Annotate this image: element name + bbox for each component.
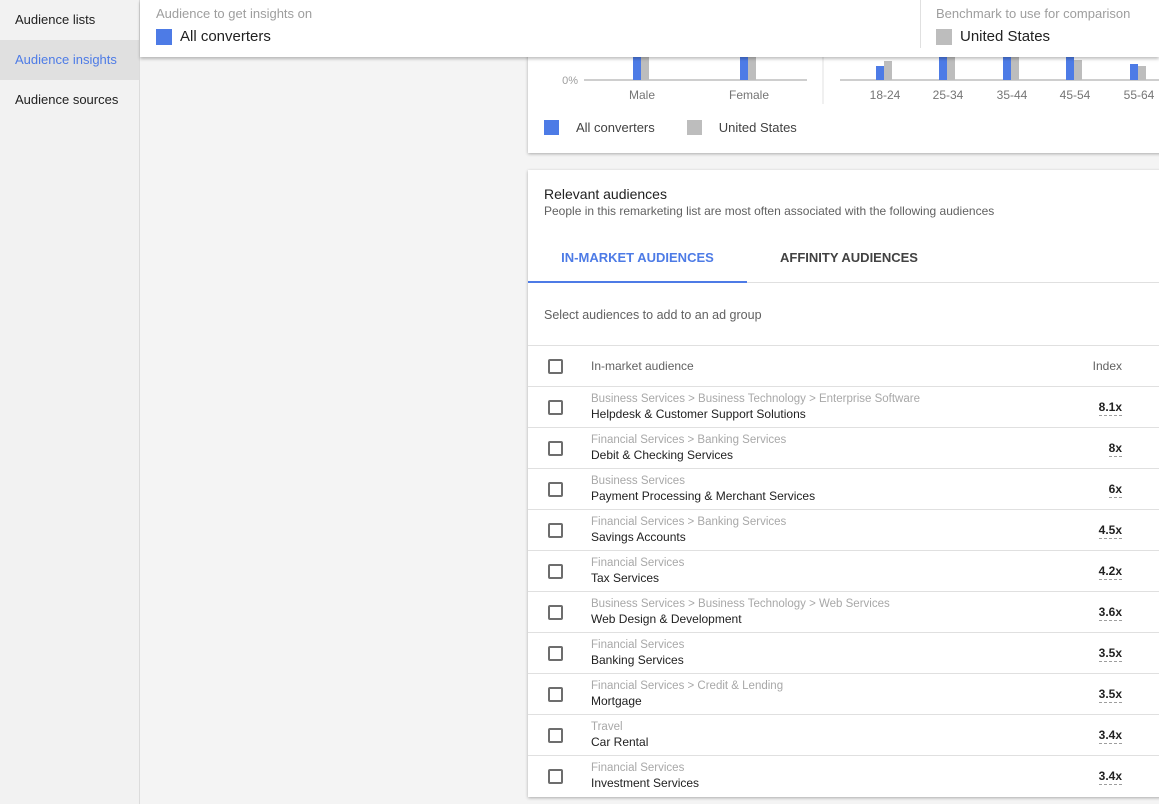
table-row[interactable]: Financial Services Banking Services 3.5x xyxy=(528,632,1159,673)
sidebar-item-audience-sources[interactable]: Audience sources xyxy=(0,80,139,120)
legend-label: All converters xyxy=(576,120,655,135)
table-row[interactable]: Financial Services > Credit & Lending Mor… xyxy=(528,673,1159,714)
audience-name: Car Rental xyxy=(591,735,649,749)
sidebar-item-audience-insights[interactable]: Audience insights xyxy=(0,40,139,80)
audience-category-path: Financial Services xyxy=(591,557,685,569)
age-bar-18-24-united-states xyxy=(884,61,892,80)
table-row[interactable]: Business Services > Business Technology … xyxy=(528,591,1159,632)
audience-name: Banking Services xyxy=(591,653,684,667)
row-checkbox[interactable] xyxy=(548,482,563,497)
audience-index-value[interactable]: 8.1x xyxy=(1098,400,1122,416)
audience-selector-label: Audience to get insights on xyxy=(156,6,313,21)
column-header-index[interactable]: Index xyxy=(1093,359,1122,373)
audience-color-swatch xyxy=(156,28,172,45)
row-checkbox[interactable] xyxy=(548,523,563,538)
age-category-label: 35-44 xyxy=(997,88,1028,102)
audience-name: Helpdesk & Customer Support Solutions xyxy=(591,407,806,421)
audience-category-path: Financial Services > Banking Services xyxy=(591,516,787,528)
audience-index-value[interactable]: 4.5x xyxy=(1098,523,1122,539)
audience-index-value[interactable]: 8x xyxy=(1108,441,1122,457)
audience-selector-value: All converters xyxy=(180,28,271,45)
audience-tabs: IN-MARKET AUDIENCES AFFINITY AUDIENCES xyxy=(528,238,1159,283)
table-row[interactable]: Financial Services > Banking Services Sav… xyxy=(528,509,1159,550)
benchmark-color-swatch xyxy=(936,28,952,45)
sidebar: Audience lists Audience insights Audienc… xyxy=(0,0,140,804)
legend-label: United States xyxy=(718,120,797,135)
sidebar-item-audience-lists[interactable]: Audience lists xyxy=(0,0,139,40)
age-bar-55-64-all-converters xyxy=(1130,64,1138,80)
gender-category-label: Female xyxy=(729,88,769,102)
table-row[interactable]: Financial Services > Banking Services Deb… xyxy=(528,427,1159,468)
audience-name: Savings Accounts xyxy=(591,530,686,544)
age-category-label: 25-34 xyxy=(933,88,964,102)
audience-category-path: Financial Services > Credit & Lending xyxy=(591,680,784,692)
age-category-label: 45-54 xyxy=(1060,88,1091,102)
audience-name: Payment Processing & Merchant Services xyxy=(591,489,816,503)
audience-name: Web Design & Development xyxy=(591,612,742,626)
audience-category-path: Business Services xyxy=(591,475,685,487)
table-row[interactable]: Travel Car Rental 3.4x xyxy=(528,714,1159,755)
relevant-audiences-title: Relevant audiences xyxy=(544,186,667,202)
relevant-audiences-card: Relevant audiences People in this remark… xyxy=(528,170,1159,797)
audience-category-path: Business Services > Business Technology … xyxy=(591,598,890,610)
audience-category-path: Financial Services xyxy=(591,639,685,651)
audience-name: Debit & Checking Services xyxy=(591,448,734,462)
row-checkbox[interactable] xyxy=(548,646,563,661)
audience-index-value[interactable]: 3.5x xyxy=(1098,687,1122,703)
audience-category-path: Financial Services > Banking Services xyxy=(591,434,787,446)
row-checkbox[interactable] xyxy=(548,400,563,415)
audience-category-path: Financial Services xyxy=(591,762,685,774)
table-row[interactable]: Business Services Payment Processing & Me… xyxy=(528,468,1159,509)
audience-index-value[interactable]: 3.4x xyxy=(1098,728,1122,744)
age-bar-45-54-united-states xyxy=(1074,60,1082,80)
audience-index-value[interactable]: 4.2x xyxy=(1098,564,1122,580)
row-checkbox[interactable] xyxy=(548,769,563,784)
audience-name: Mortgage xyxy=(591,694,642,708)
tab-affinity-audiences[interactable]: AFFINITY AUDIENCES xyxy=(747,238,951,283)
legend-item-all-converters: All converters xyxy=(544,120,655,135)
benchmark-selector[interactable]: United States xyxy=(936,28,1050,45)
row-checkbox[interactable] xyxy=(548,605,563,620)
insights-header: Audience to get insights on All converte… xyxy=(140,0,1159,57)
in-market-audience-table: In-market audience Index Business Servic… xyxy=(528,345,1159,796)
select-audiences-hint: Select audiences to add to an ad group xyxy=(544,308,762,322)
y-tick-label-0: 0% xyxy=(562,75,578,87)
table-header-row: In-market audience Index xyxy=(528,345,1159,386)
benchmark-selector-value: United States xyxy=(960,28,1051,45)
relevant-audiences-subtitle: People in this remarketing list are most… xyxy=(544,204,995,218)
row-checkbox[interactable] xyxy=(548,441,563,456)
tab-in-market-audiences[interactable]: IN-MARKET AUDIENCES xyxy=(528,238,747,283)
row-checkbox[interactable] xyxy=(548,687,563,702)
row-checkbox[interactable] xyxy=(548,728,563,743)
table-row[interactable]: Business Services > Business Technology … xyxy=(528,386,1159,427)
audience-selector[interactable]: All converters xyxy=(156,28,271,45)
legend-swatch-benchmark xyxy=(686,120,702,135)
header-divider xyxy=(920,0,921,48)
audience-name: Investment Services xyxy=(591,776,700,790)
audience-index-value[interactable]: 6x xyxy=(1108,482,1122,498)
audience-name: Tax Services xyxy=(591,571,660,585)
select-all-checkbox[interactable] xyxy=(548,359,563,374)
table-row[interactable]: Financial Services Tax Services 4.2x xyxy=(528,550,1159,591)
age-category-label: 55-64 xyxy=(1124,88,1155,102)
audience-index-value[interactable]: 3.4x xyxy=(1098,769,1122,785)
age-bar-55-64-united-states xyxy=(1138,66,1146,80)
legend-swatch-primary xyxy=(544,120,559,135)
chart-legend: All converters United States xyxy=(544,120,829,135)
row-checkbox[interactable] xyxy=(548,564,563,579)
benchmark-selector-label: Benchmark to use for comparison xyxy=(936,6,1131,21)
age-category-label: 18-24 xyxy=(870,88,901,102)
table-row[interactable]: Financial Services Investment Services 3.4… xyxy=(528,755,1159,796)
gender-category-label: Male xyxy=(629,88,655,102)
audience-category-path: Business Services > Business Technology … xyxy=(591,393,920,405)
age-bar-18-24-all-converters xyxy=(876,66,884,80)
audience-category-path: Travel xyxy=(591,721,623,733)
audience-index-value[interactable]: 3.6x xyxy=(1098,605,1122,621)
legend-item-united-states: United States xyxy=(686,120,797,135)
audience-index-value[interactable]: 3.5x xyxy=(1098,646,1122,662)
column-header-audience[interactable]: In-market audience xyxy=(591,359,694,373)
